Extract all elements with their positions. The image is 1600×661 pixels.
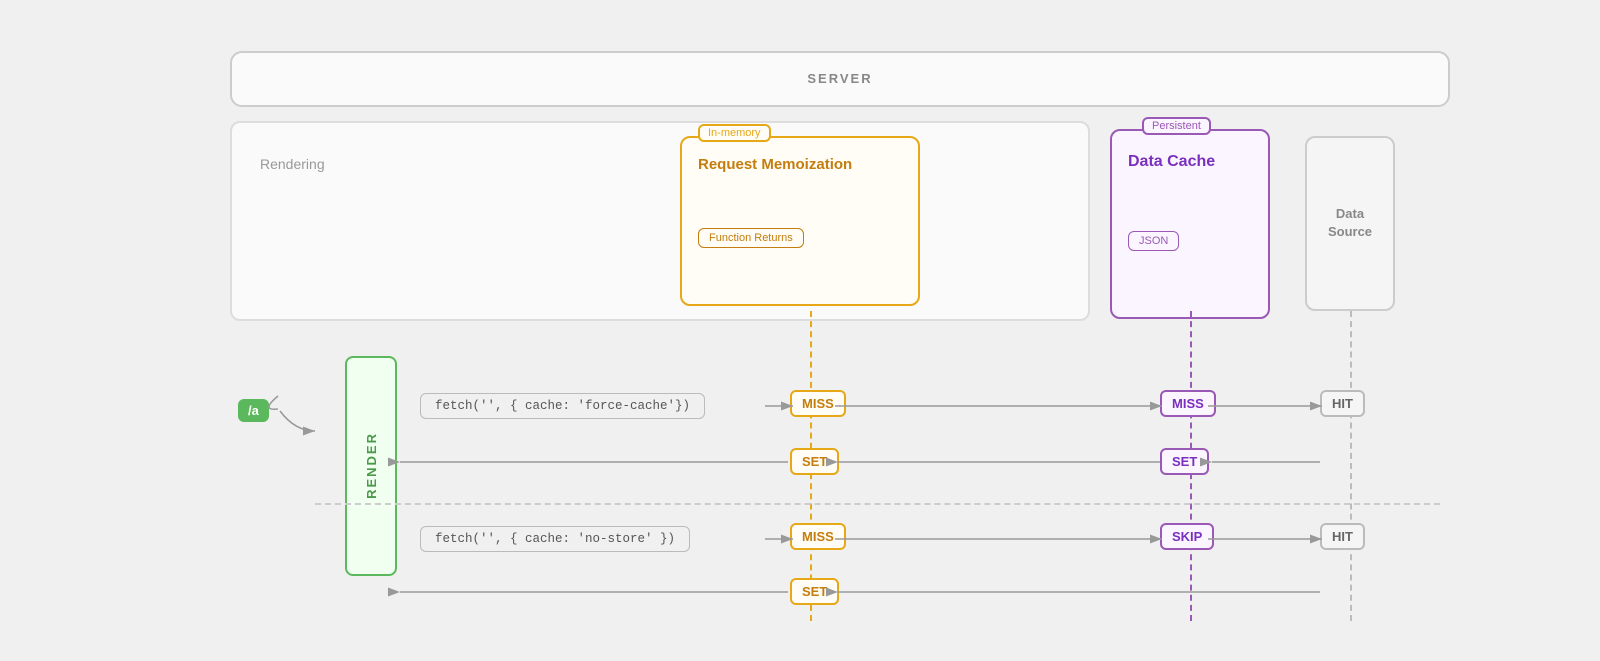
memo-box: In-memory Request Memoization Function R… (680, 136, 920, 306)
memo-tag: In-memory (698, 124, 771, 142)
func-returns-tag: Function Returns (698, 228, 804, 248)
server-box: SERVER (230, 51, 1450, 107)
data-source-label: Data Source (1328, 205, 1372, 241)
miss-orange-2: MISS (790, 523, 846, 550)
fetch-no-store-code: fetch('', { cache: 'no-store' }) (420, 526, 690, 552)
rendering-label: Rendering (260, 156, 325, 172)
json-tag: JSON (1128, 231, 1179, 251)
inner-rendering-box (230, 121, 1090, 321)
render-box: RENDER (345, 356, 397, 576)
data-cache-tag: Persistent (1142, 117, 1211, 135)
set-orange-1: SET (790, 448, 839, 475)
route-tag: /a (238, 399, 269, 422)
render-label: RENDER (364, 432, 379, 499)
h-separator (315, 503, 1440, 505)
fetch-force-cache-code: fetch('', { cache: 'force-cache'}) (420, 393, 705, 419)
server-label: SERVER (807, 71, 872, 86)
hit-gray-1: HIT (1320, 390, 1365, 417)
hit-gray-2: HIT (1320, 523, 1365, 550)
set-orange-2: SET (790, 578, 839, 605)
skip-purple-2: SKIP (1160, 523, 1214, 550)
set-purple-1: SET (1160, 448, 1209, 475)
memo-title: Request Memoization (698, 156, 852, 173)
miss-orange-1: MISS (790, 390, 846, 417)
vline-gray (1350, 311, 1352, 621)
data-cache-box: Persistent Data Cache JSON (1110, 129, 1270, 319)
data-cache-title: Data Cache (1128, 153, 1215, 171)
data-source-box: Data Source (1305, 136, 1395, 311)
miss-purple-1: MISS (1160, 390, 1216, 417)
